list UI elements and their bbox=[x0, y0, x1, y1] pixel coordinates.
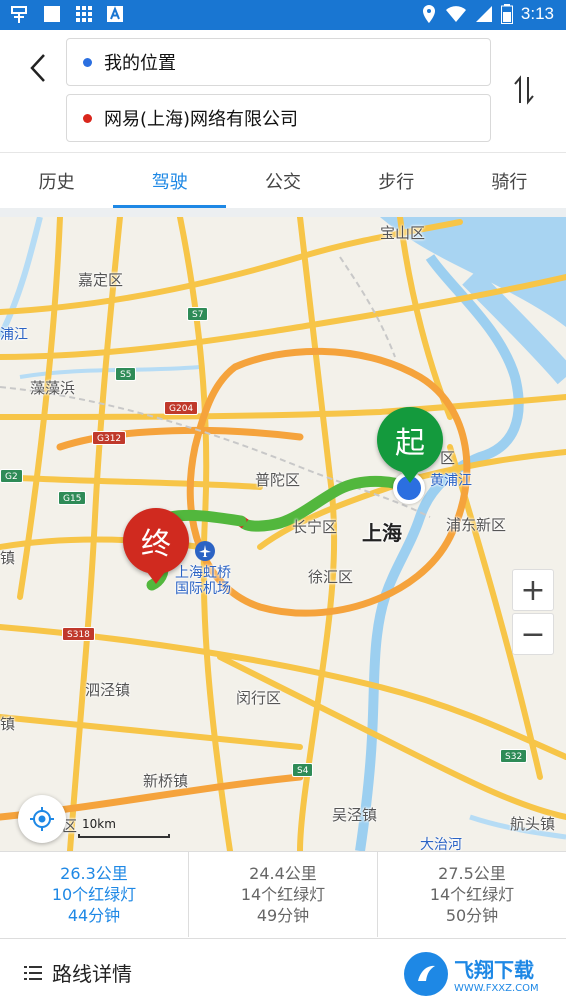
site-watermark: 飞翔下载 WWW.FXXZ.COM bbox=[404, 949, 554, 999]
wifi-icon bbox=[445, 6, 466, 22]
road-shield-s318: S318 bbox=[62, 627, 95, 641]
map-scale-label: 10km bbox=[82, 817, 116, 831]
status-right-icons: 3:13 bbox=[421, 4, 554, 24]
watermark-title: 飞翔下载 bbox=[454, 958, 534, 982]
road-shield-g204: G204 bbox=[164, 401, 199, 415]
tab-transit[interactable]: 公交 bbox=[226, 153, 339, 208]
map-label-changning: 长宁区 bbox=[292, 518, 338, 536]
swap-locations-button[interactable] bbox=[506, 70, 542, 110]
crosshair-icon bbox=[30, 807, 54, 831]
start-marker[interactable]: 起 bbox=[377, 407, 443, 473]
tab-walking[interactable]: 步行 bbox=[340, 153, 453, 208]
map-label-xinqiao: 新桥镇 bbox=[143, 772, 189, 790]
app-a-notification-icon bbox=[107, 6, 123, 22]
map-label-huangpu: 黄浦江 bbox=[430, 473, 472, 489]
route-details-label: 路线详情 bbox=[52, 962, 132, 986]
route-option-1[interactable]: 26.3公里 10个红绿灯 44分钟 bbox=[0, 852, 189, 937]
road-shield-g15: G15 bbox=[58, 491, 87, 505]
map-label-zaozangbang: 藻藻浜 bbox=[30, 379, 76, 397]
map-scale-bar bbox=[78, 834, 170, 838]
map-label-hangtou: 航头镇 bbox=[510, 815, 556, 833]
road-shield-s4: S4 bbox=[292, 763, 314, 777]
route-duration: 49分钟 bbox=[256, 906, 310, 925]
road-shield-s32: S32 bbox=[500, 749, 528, 763]
travel-mode-tabs: 历史 驾驶 公交 步行 骑行 bbox=[0, 152, 566, 208]
signal-icon bbox=[475, 6, 492, 22]
list-icon bbox=[24, 965, 42, 980]
map-label-shanghai: 上海 bbox=[362, 521, 402, 545]
map-label-zhen-left2: 镇 bbox=[0, 715, 16, 733]
route-distance: 26.3公里 bbox=[60, 864, 128, 883]
swap-arrows-icon bbox=[514, 75, 534, 105]
road-shield-s5: S5 bbox=[115, 367, 137, 381]
route-option-3[interactable]: 27.5公里 14个红绿灯 50分钟 bbox=[378, 852, 566, 937]
map-label-baoshan: 宝山区 bbox=[380, 224, 426, 242]
chevron-left-icon bbox=[30, 54, 45, 82]
route-traffic-lights: 14个红绿灯 bbox=[429, 885, 515, 904]
image-notification-icon bbox=[44, 6, 60, 22]
map-label-dazhi: 大治河 bbox=[420, 837, 462, 851]
status-bar: 3:13 bbox=[0, 0, 566, 30]
end-dot-icon bbox=[83, 113, 92, 123]
route-option-2[interactable]: 24.4公里 14个红绿灯 49分钟 bbox=[189, 852, 378, 937]
map-label-airport-line2: 国际机场 bbox=[175, 581, 231, 597]
watermark-url: WWW.FXXZ.COM bbox=[454, 983, 539, 994]
back-button[interactable] bbox=[18, 48, 58, 88]
start-location-text: 我的位置 bbox=[104, 53, 176, 74]
status-left-icons bbox=[8, 3, 124, 25]
route-search-header: 我的位置 网易(上海)网络有限公司 bbox=[0, 30, 566, 152]
route-duration: 44分钟 bbox=[67, 906, 121, 925]
zoom-out-button[interactable]: − bbox=[512, 613, 554, 655]
zoom-in-button[interactable]: + bbox=[512, 569, 554, 611]
map-label-zhen-left: 镇 bbox=[0, 549, 16, 567]
end-location-field[interactable]: 网易(上海)网络有限公司 bbox=[66, 94, 491, 142]
tab-driving[interactable]: 驾驶 bbox=[113, 153, 227, 208]
app-notification-icon bbox=[11, 6, 27, 23]
location-icon bbox=[422, 5, 435, 23]
start-dot-icon bbox=[83, 57, 92, 67]
road-shield-g312: G312 bbox=[92, 431, 127, 445]
grid-notification-icon bbox=[76, 6, 92, 22]
end-marker-pin bbox=[147, 572, 165, 584]
map-label-airport-line1: 上海虹桥 bbox=[175, 565, 231, 581]
start-location-field[interactable]: 我的位置 bbox=[66, 38, 491, 86]
watermark-logo-icon bbox=[404, 952, 448, 996]
tab-divider bbox=[0, 208, 566, 217]
map-label-minhang: 闵行区 bbox=[236, 689, 282, 707]
tab-cycling[interactable]: 骑行 bbox=[453, 153, 566, 208]
end-location-text: 网易(上海)网络有限公司 bbox=[104, 109, 299, 130]
end-marker[interactable]: 终 bbox=[123, 508, 189, 574]
route-traffic-lights: 10个红绿灯 bbox=[51, 885, 137, 904]
road-shield-s7: S7 bbox=[187, 307, 209, 321]
locate-me-button[interactable] bbox=[18, 795, 66, 843]
road-shield-g2: G2 bbox=[0, 469, 23, 483]
start-marker-pin bbox=[401, 471, 419, 483]
map-label-pudong: 浦东新区 bbox=[446, 516, 507, 534]
map-label-putuo: 普陀区 bbox=[255, 471, 301, 489]
route-details-button[interactable]: 路线详情 飞翔下载 WWW.FXXZ.COM bbox=[0, 938, 566, 1006]
map-label-district-fragment: 区 bbox=[440, 449, 456, 467]
battery-icon bbox=[500, 4, 513, 24]
map-view[interactable]: 宝山区 嘉定区 藻藻浜 普陀区 长宁区 上海 浦东新区 徐汇区 黄浦江 区 上海… bbox=[0, 217, 566, 851]
map-label-jiading: 嘉定区 bbox=[78, 271, 124, 289]
map-label-sijing: 泗泾镇 bbox=[85, 681, 131, 699]
route-traffic-lights: 14个红绿灯 bbox=[240, 885, 326, 904]
map-label-jiangbei: 浦江 bbox=[0, 327, 28, 343]
map-label-xuhui: 徐汇区 bbox=[308, 568, 354, 586]
route-options: 26.3公里 10个红绿灯 44分钟 24.4公里 14个红绿灯 49分钟 27… bbox=[0, 851, 566, 937]
route-distance: 27.5公里 bbox=[438, 864, 506, 883]
airport-icon bbox=[195, 541, 215, 561]
tab-history[interactable]: 历史 bbox=[0, 153, 113, 208]
route-duration: 50分钟 bbox=[445, 906, 499, 925]
status-time: 3:13 bbox=[520, 4, 554, 23]
route-distance: 24.4公里 bbox=[249, 864, 317, 883]
map-label-wujing: 吴泾镇 bbox=[332, 806, 378, 824]
